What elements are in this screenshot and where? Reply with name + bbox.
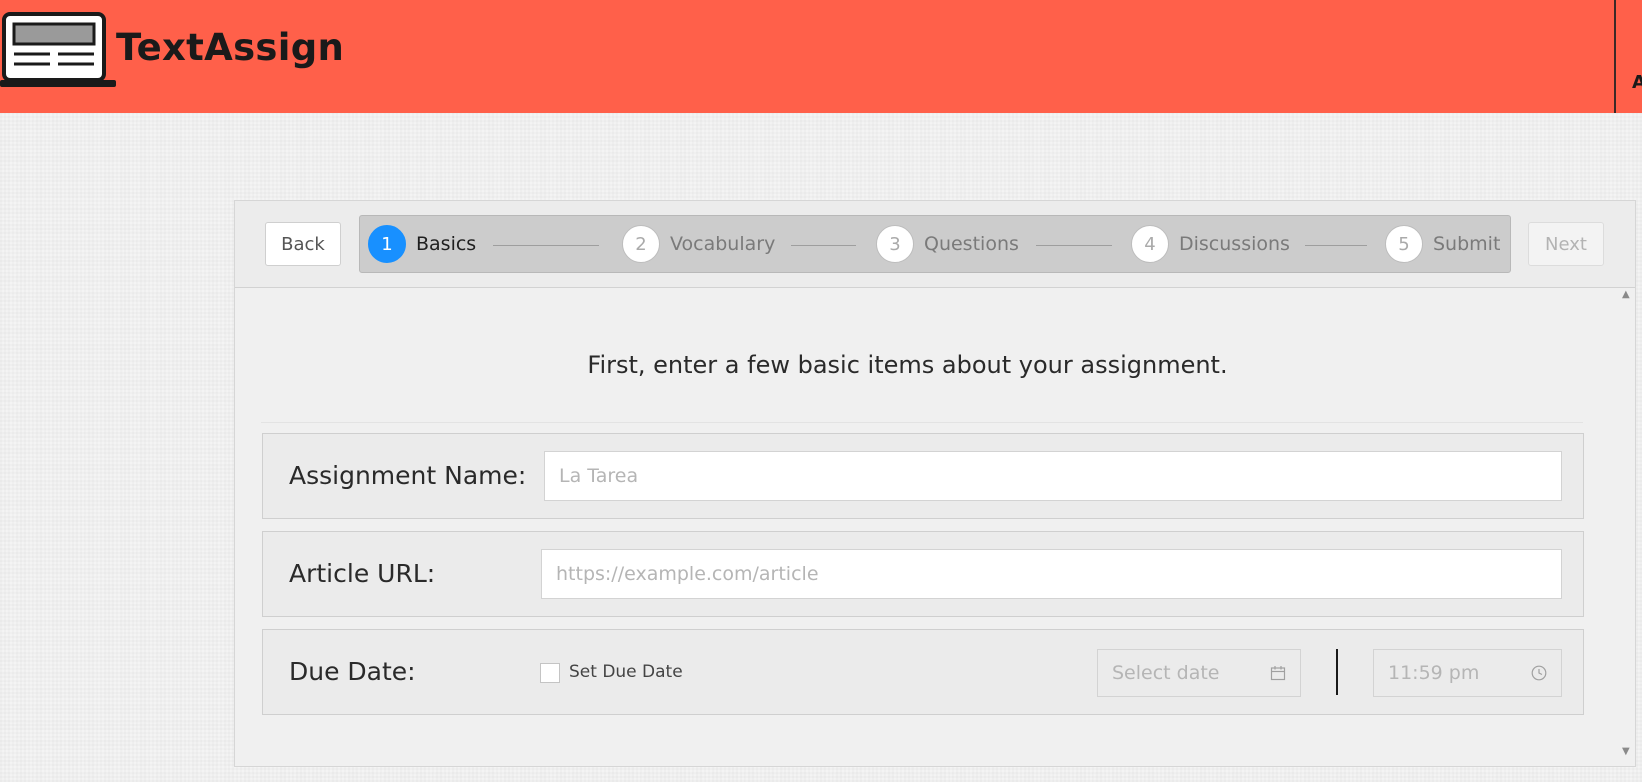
app-header: TextAssign A: [0, 0, 1642, 113]
intro-text: First, enter a few basic items about you…: [587, 351, 1228, 379]
divider: [261, 422, 1583, 423]
step-questions[interactable]: 3 Questions: [876, 216, 1019, 272]
due-date-label: Due Date:: [289, 657, 416, 686]
assignment-wizard-panel: Back 1 Basics 2 Vocabulary 3 Questions 4…: [234, 200, 1636, 767]
clock-icon: [1531, 665, 1547, 681]
time-picker[interactable]: 11:59 pm: [1373, 649, 1562, 697]
step-connector: [1305, 245, 1367, 246]
assignment-name-row: Assignment Name:: [262, 433, 1584, 519]
assignment-name-input[interactable]: [544, 451, 1562, 501]
assignment-name-label: Assignment Name:: [289, 461, 527, 490]
step-label: Questions: [924, 233, 1019, 255]
article-url-row: Article URL:: [262, 531, 1584, 617]
step-progress: 1 Basics 2 Vocabulary 3 Questions 4 Disc…: [359, 215, 1511, 273]
step-label: Discussions: [1179, 233, 1290, 255]
step-connector: [791, 245, 856, 246]
date-time-separator: [1336, 649, 1338, 695]
date-picker-placeholder: Select date: [1112, 662, 1220, 684]
step-number: 2: [622, 225, 660, 263]
set-due-date-label[interactable]: Set Due Date: [569, 662, 683, 682]
header-divider: [1614, 0, 1616, 113]
step-label: Vocabulary: [670, 233, 776, 255]
header-user-menu[interactable]: A: [1632, 72, 1642, 93]
scroll-up-arrow-icon[interactable]: ▲: [1622, 289, 1630, 300]
calendar-icon: [1270, 665, 1286, 681]
laptop-icon: [0, 12, 116, 87]
set-due-date-checkbox[interactable]: [540, 663, 560, 683]
wizard-toolbar: Back 1 Basics 2 Vocabulary 3 Questions 4…: [235, 201, 1635, 288]
article-url-input[interactable]: [541, 549, 1562, 599]
step-discussions[interactable]: 4 Discussions: [1131, 216, 1290, 272]
step-number: 1: [368, 225, 406, 263]
app-brand: TextAssign: [116, 26, 345, 69]
step-label: Basics: [416, 233, 477, 255]
step-basics[interactable]: 1 Basics: [368, 216, 476, 272]
scroll-down-arrow-icon[interactable]: ▼: [1622, 746, 1630, 757]
step-number: 5: [1385, 225, 1423, 263]
article-url-label: Article URL:: [289, 559, 436, 588]
step-connector: [1036, 245, 1112, 246]
back-button[interactable]: Back: [265, 222, 341, 266]
step-number: 3: [876, 225, 914, 263]
step-submit[interactable]: 5 Submit: [1385, 216, 1500, 272]
step-vocabulary[interactable]: 2 Vocabulary: [622, 216, 775, 272]
due-date-row: Due Date: Set Due Date Select date 11:59…: [262, 629, 1584, 715]
step-number: 4: [1131, 225, 1169, 263]
next-button[interactable]: Next: [1528, 222, 1604, 266]
date-picker[interactable]: Select date: [1097, 649, 1301, 697]
time-picker-placeholder: 11:59 pm: [1388, 662, 1480, 684]
step-label: Submit: [1433, 233, 1501, 255]
step-connector: [493, 245, 599, 246]
